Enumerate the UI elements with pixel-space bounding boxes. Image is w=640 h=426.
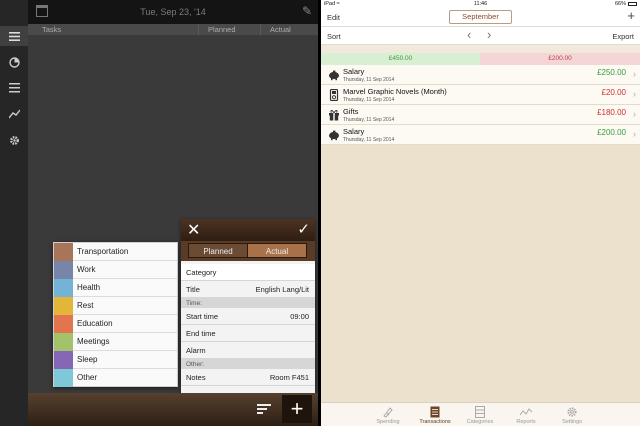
category-row[interactable]: Category [181, 264, 315, 281]
chevron-right-icon: › [633, 69, 636, 79]
transaction-date: Thursday, 11 Sep 2014 [343, 77, 395, 83]
add-task-button[interactable]: + [282, 395, 312, 423]
transaction-title: Marvel Graphic Novels (Month) [343, 87, 447, 96]
battery-percent: 66% [614, 1, 626, 7]
status-bar: iPad ≈ 11:46 66% [321, 0, 640, 8]
notes-row[interactable]: Notes Room F451 [181, 369, 315, 386]
transaction-amount: £200.00 [597, 128, 626, 137]
transaction-title: Salary [343, 127, 365, 136]
month-selector[interactable]: September [449, 10, 512, 24]
ipod-icon [329, 89, 339, 101]
category-option-rest[interactable]: Rest [54, 297, 177, 315]
planner-date: Tue, Sep 23, '14 [140, 7, 206, 17]
tab-settings[interactable]: Settings [547, 403, 597, 426]
planner-column-header: Tasks Planned Actual [28, 24, 318, 35]
category-option-transportation[interactable]: Transportation [54, 243, 177, 261]
transaction-row[interactable]: Salary Thursday, 11 Sep 2014 £250.00 › [321, 65, 640, 85]
tab-categories[interactable]: Categories [455, 403, 505, 426]
trend-chart-icon[interactable] [0, 104, 28, 124]
totals-bar: £450.00 £200.00 [321, 53, 640, 65]
planner-footer: + [28, 393, 318, 426]
spending-icon [383, 407, 393, 418]
tab-transactions[interactable]: Transactions [410, 403, 460, 426]
title-value: English Lang/Lit [255, 285, 309, 294]
chevron-right-icon[interactable]: › [487, 27, 491, 42]
transaction-date: Thursday, 11 Sep 2014 [343, 117, 395, 123]
export-button[interactable]: Export [612, 32, 634, 41]
title-row[interactable]: Title English Lang/Lit [181, 281, 315, 298]
planned-segment-button[interactable]: Planned [188, 243, 248, 258]
sort-button[interactable]: Sort [327, 32, 341, 41]
transaction-amount: £180.00 [597, 108, 626, 117]
category-option-education[interactable]: Education [54, 315, 177, 333]
category-option-sleep[interactable]: Sleep [54, 351, 177, 369]
transaction-row[interactable]: Gifts Thursday, 11 Sep 2014 £180.00 › [321, 105, 640, 125]
planned-column-label: Planned [208, 25, 236, 34]
reports-icon [520, 408, 532, 416]
menu-icon[interactable] [0, 26, 28, 46]
transaction-row[interactable]: Salary Thursday, 11 Sep 2014 £200.00 › [321, 125, 640, 145]
category-option-meetings[interactable]: Meetings [54, 333, 177, 351]
transactions-toolbar: Sort ‹ › Export [321, 27, 640, 45]
piggy-bank-icon [329, 130, 339, 141]
tab-reports[interactable]: Reports [501, 403, 551, 426]
edit-button[interactable]: Edit [327, 13, 340, 22]
income-total: £450.00 [321, 53, 480, 65]
settings-icon [567, 407, 577, 417]
alarm-row[interactable]: Alarm [181, 342, 315, 359]
battery-icon [628, 2, 637, 6]
planned-actual-segment: Planned Actual [181, 241, 315, 261]
gear-icon[interactable] [0, 130, 28, 150]
transaction-date: Thursday, 11 Sep 2014 [343, 97, 395, 103]
transaction-amount: £20.00 [601, 88, 626, 97]
left-sidebar [0, 0, 28, 426]
pencil-icon[interactable]: ✎ [302, 4, 312, 18]
start-time-row[interactable]: Start time 09:00 [181, 308, 315, 325]
other-section-header: Other: [181, 359, 315, 369]
pie-chart-icon[interactable] [0, 52, 28, 72]
tasks-column-label: Tasks [42, 25, 62, 34]
list-icon[interactable] [0, 78, 28, 98]
transaction-title: Salary [343, 67, 365, 76]
piggy-bank-icon [329, 70, 339, 81]
category-option-other[interactable]: Other [54, 369, 177, 387]
status-time: 11:46 [473, 1, 488, 7]
gift-icon [329, 110, 339, 121]
actual-segment-button[interactable]: Actual [247, 243, 307, 258]
add-transaction-icon[interactable]: + [627, 8, 635, 23]
detail-toolbar: ✕ ✓ [181, 219, 315, 241]
end-time-row[interactable]: End time [181, 325, 315, 342]
planner-header: Tue, Sep 23, '14 ✎ [28, 0, 318, 24]
chevron-left-icon[interactable]: ‹ [467, 27, 471, 42]
chevron-right-icon: › [633, 89, 636, 99]
actual-column-label: Actual [270, 25, 291, 34]
sort-icon[interactable] [255, 400, 273, 418]
category-picker: Transportation Work Health Rest Educatio… [53, 242, 178, 387]
tab-spending[interactable]: Spending [363, 403, 413, 426]
expense-total: £200.00 [480, 53, 640, 65]
left-planner-app: Tue, Sep 23, '14 ✎ Tasks Planned Actual … [0, 0, 318, 426]
tab-bar: Spending Transactions Categories Reports… [321, 402, 640, 426]
transaction-row[interactable]: Marvel Graphic Novels (Month) Thursday, … [321, 85, 640, 105]
notes-value: Room F451 [269, 373, 309, 382]
transaction-title: Gifts [343, 107, 359, 116]
transaction-date: Thursday, 11 Sep 2014 [343, 137, 395, 143]
chevron-right-icon: › [633, 129, 636, 139]
category-option-health[interactable]: Health [54, 279, 177, 297]
right-budget-app: iPad ≈ 11:46 66% Edit September + Sort ‹… [321, 0, 640, 426]
time-section-header: Time: [181, 298, 315, 308]
category-option-work[interactable]: Work [54, 261, 177, 279]
checkmark-icon[interactable]: ✓ [297, 220, 310, 238]
start-time-value: 09:00 [290, 312, 309, 321]
transaction-amount: £250.00 [597, 68, 626, 77]
chevron-right-icon: › [633, 109, 636, 119]
categories-icon [475, 406, 485, 418]
task-detail-popover: ✕ ✓ Planned Actual Category Title English… [181, 219, 315, 394]
nav-bar: Edit September + [321, 8, 640, 27]
transactions-icon [430, 406, 440, 418]
close-icon[interactable]: ✕ [187, 220, 200, 240]
